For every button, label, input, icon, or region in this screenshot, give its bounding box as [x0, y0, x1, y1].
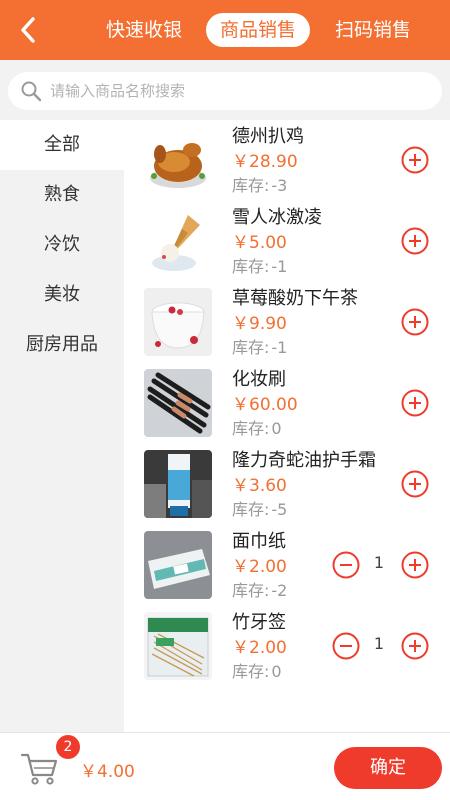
category-cold-drinks[interactable]: 冷饮 — [0, 220, 124, 270]
product-name: 雪人冰激凌 — [232, 207, 322, 228]
shopping-cart-icon[interactable] — [20, 751, 58, 785]
product-name: 德州扒鸡 — [232, 126, 304, 147]
quantity-value: 1 — [373, 634, 385, 653]
cart-total: ￥4.00 — [80, 762, 135, 782]
product-stock: 库存: -1 — [232, 257, 288, 276]
product-item[interactable]: 德州扒鸡 ￥28.90 库存: -3 — [124, 120, 450, 201]
tab-goods-sales[interactable]: 商品销售 — [206, 13, 310, 47]
product-item[interactable]: 草莓酸奶下午茶 ￥9.90 库存: -1 — [124, 282, 450, 363]
plus-circle-icon[interactable] — [401, 551, 429, 579]
product-stock: 库存: -1 — [232, 338, 288, 357]
minus-circle-icon[interactable] — [332, 632, 360, 660]
category-cosmetics[interactable]: 美妆 — [0, 270, 124, 320]
product-image-yogurt-bowl — [144, 288, 212, 356]
quantity-value: 1 — [373, 553, 385, 572]
product-name: 竹牙签 — [232, 612, 286, 633]
search-bar — [0, 60, 450, 120]
product-price: ￥2.00 — [232, 638, 287, 658]
chevron-left-icon — [21, 17, 35, 43]
product-stock: 库存: -3 — [232, 176, 288, 195]
product-price: ￥5.00 — [232, 233, 287, 253]
product-name: 面巾纸 — [232, 531, 286, 552]
product-name: 草莓酸奶下午茶 — [232, 288, 358, 309]
product-name: 隆力奇蛇油护手霜 — [232, 450, 376, 471]
product-list: 德州扒鸡 ￥28.90 库存: -3 雪人冰激凌 ￥5.00 库存: -1 草莓… — [124, 120, 450, 732]
search-box — [8, 72, 442, 110]
tab-scan-sales[interactable]: 扫码销售 — [327, 13, 419, 47]
cart-count-badge: 2 — [56, 735, 80, 759]
product-item[interactable]: 化妆刷 ￥60.00 库存: 0 — [124, 363, 450, 444]
product-image-ice-cream-cone — [144, 207, 212, 275]
plus-circle-icon[interactable] — [401, 227, 429, 255]
product-item[interactable]: 竹牙签 ￥2.00 库存: 0 1 — [124, 606, 450, 687]
product-stock: 库存: 0 — [232, 419, 282, 438]
product-item[interactable]: 面巾纸 ￥2.00 库存: -2 1 — [124, 525, 450, 606]
checkout-bar: 2 ￥4.00 确定 — [0, 732, 450, 800]
product-stock: 库存: -5 — [232, 500, 288, 519]
product-name: 化妆刷 — [232, 369, 286, 390]
search-input[interactable] — [50, 82, 410, 100]
product-price: ￥28.90 — [232, 152, 298, 172]
product-image-makeup-brushes — [144, 369, 212, 437]
plus-circle-icon[interactable] — [401, 308, 429, 336]
plus-circle-icon[interactable] — [401, 146, 429, 174]
top-bar: 快速收银 商品销售 扫码销售 — [0, 0, 450, 60]
plus-circle-icon[interactable] — [401, 470, 429, 498]
product-image-hand-cream-tube — [144, 450, 212, 518]
category-sidebar: 全部 熟食 冷饮 美妆 厨房用品 — [0, 120, 124, 732]
tab-quick-checkout[interactable]: 快速收银 — [98, 13, 190, 47]
minus-circle-icon[interactable] — [332, 551, 360, 579]
product-price: ￥3.60 — [232, 476, 287, 496]
category-cooked-food[interactable]: 熟食 — [0, 170, 124, 220]
search-icon — [21, 81, 42, 102]
product-stock: 库存: -2 — [232, 581, 288, 600]
product-image-tissue-pack — [144, 531, 212, 599]
back-button[interactable] — [12, 14, 44, 46]
category-kitchen[interactable]: 厨房用品 — [0, 320, 124, 370]
product-image-roast-chicken — [144, 126, 212, 194]
category-all[interactable]: 全部 — [0, 120, 124, 170]
product-image-toothpick-pack — [144, 612, 212, 680]
product-price: ￥9.90 — [232, 314, 287, 334]
product-price: ￥2.00 — [232, 557, 287, 577]
product-price: ￥60.00 — [232, 395, 298, 415]
plus-circle-icon[interactable] — [401, 389, 429, 417]
product-item[interactable]: 雪人冰激凌 ￥5.00 库存: -1 — [124, 201, 450, 282]
product-stock: 库存: 0 — [232, 662, 282, 681]
plus-circle-icon[interactable] — [401, 632, 429, 660]
confirm-button[interactable]: 确定 — [334, 747, 442, 789]
product-item[interactable]: 隆力奇蛇油护手霜 ￥3.60 库存: -5 — [124, 444, 450, 525]
